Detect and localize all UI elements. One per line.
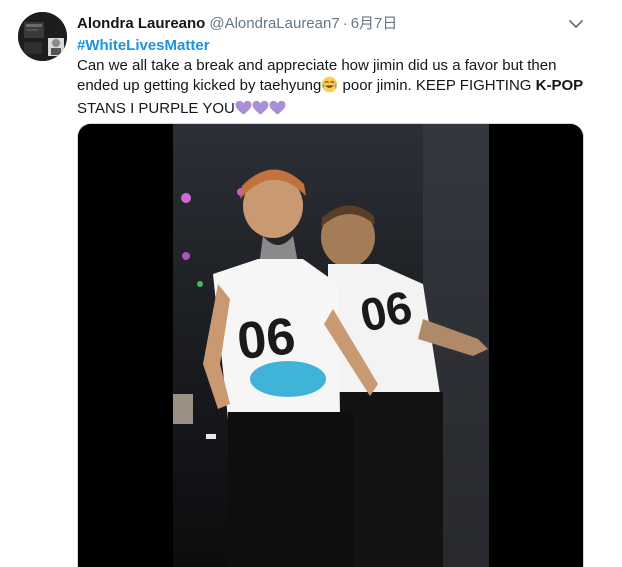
tweet-text-line-2: ended up getting kicked by taehyung poor… — [77, 76, 592, 99]
tweet[interactable]: Alondra Laureano @AlondraLaurean7 · 6月7日 #W… — [0, 0, 622, 567]
tweet-text-line-3a: STANS I PURPLE YOU — [77, 100, 235, 117]
author-handle[interactable]: @AlondraLaurean7 — [209, 15, 339, 32]
chevron-down-icon[interactable] — [566, 14, 586, 34]
tweet-text-line-2a: ended up getting kicked by taehyung — [77, 77, 322, 94]
tweet-header: Alondra Laureano @AlondraLaurean7 · 6月7日 — [77, 14, 582, 34]
face-with-tears-of-joy-icon — [321, 76, 338, 99]
purple-heart-icon — [252, 100, 269, 122]
tweet-text-line-2b: poor jimin. KEEP FIGHTING — [338, 77, 536, 94]
tweet-text-line-3: STANS I PURPLE YOU — [77, 99, 592, 122]
shirt-number-right: 06 — [356, 280, 417, 342]
author-name[interactable]: Alondra Laureano — [77, 15, 205, 32]
separator-dot: · — [342, 15, 348, 32]
tweet-text: #WhiteLivesMatter Can we all take a brea… — [77, 36, 592, 122]
avatar[interactable] — [18, 12, 67, 61]
tweet-video[interactable]: 06 06 — [77, 123, 584, 567]
tweet-date[interactable]: 6月7日 — [351, 15, 398, 32]
tweet-text-bold: K-POP — [535, 77, 584, 94]
purple-heart-icon — [235, 100, 252, 122]
purple-heart-icon — [269, 100, 286, 122]
hashtag-link[interactable]: #WhiteLivesMatter — [77, 36, 592, 56]
tweet-text-line-1: Can we all take a break and appreciate h… — [77, 57, 557, 74]
